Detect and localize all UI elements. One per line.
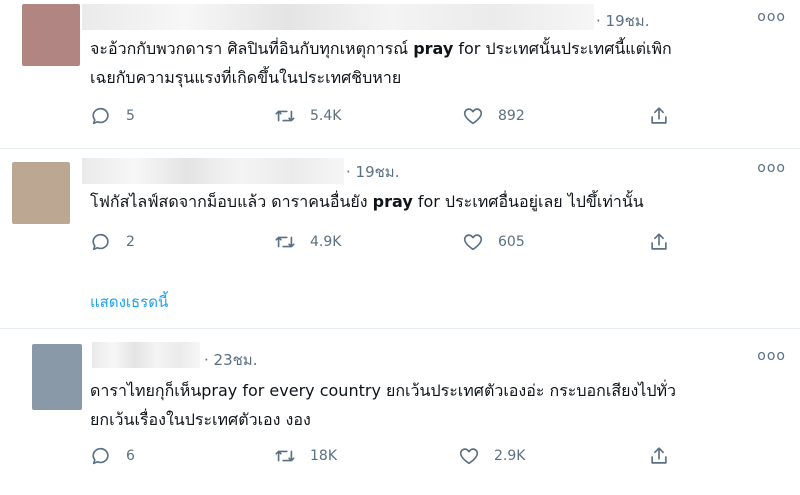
action-bar: 2 4.9K 605 [90, 230, 690, 254]
reply-icon [90, 105, 112, 127]
share-button[interactable] [648, 230, 684, 254]
reply-icon [90, 445, 112, 467]
avatar[interactable] [12, 162, 70, 224]
tweet-2[interactable]: · 19ชม. ooo โฟกัสไลฟ์สดจากม็อบแล้ว ดาราค… [0, 148, 800, 329]
tweet-text: ดาราไทยกุก็เห็นpray for every country ยก… [90, 381, 676, 429]
tweet-3[interactable]: · 23ชม. ooo ดาราไทยกุก็เห็นpray for ever… [0, 328, 800, 495]
retweet-button[interactable]: 18K [274, 444, 337, 468]
reply-count: 6 [126, 448, 135, 464]
avatar[interactable] [22, 4, 80, 66]
share-button[interactable] [648, 444, 684, 468]
action-bar: 6 18K 2.9K [90, 444, 690, 468]
retweet-button[interactable]: 4.9K [274, 230, 341, 254]
retweet-count: 18K [310, 448, 337, 464]
retweet-icon [274, 231, 296, 253]
retweet-count: 4.9K [310, 234, 342, 250]
like-button[interactable]: 605 [462, 230, 525, 254]
tweet-text: จะอ้วกกับพวกดารา ศิลปินที่อินกับทุกเหตุก… [90, 34, 780, 92]
tweet-1[interactable]: · 19ชม. ooo จะอ้วกกับพวกดารา ศิลปินที่อิ… [0, 0, 800, 149]
timestamp[interactable]: · 19ชม. [596, 9, 649, 33]
reply-button[interactable]: 6 [90, 444, 135, 468]
retweet-icon [274, 105, 296, 127]
like-button[interactable]: 2.9K [458, 444, 525, 468]
more-options-icon[interactable]: ooo [757, 9, 786, 25]
tweet-text-part: for ประเทศอื่นอยู่เลย ไปขึ้เท่านั้น [412, 192, 644, 211]
like-icon [462, 105, 484, 127]
reply-icon [90, 231, 112, 253]
tweet-text-bold: pray [372, 192, 413, 211]
like-count: 892 [498, 108, 525, 124]
like-count: 2.9K [494, 448, 526, 464]
share-icon [648, 445, 670, 467]
like-icon [458, 445, 480, 467]
username-blurred [82, 4, 594, 30]
reply-button[interactable]: 2 [90, 230, 135, 254]
username-blurred [82, 158, 344, 184]
timestamp[interactable]: · 19ชม. [346, 160, 399, 184]
username-blurred [92, 342, 200, 368]
retweet-count: 5.4K [310, 108, 342, 124]
more-options-icon[interactable]: ooo [757, 160, 786, 176]
tweet-text: โฟกัสไลฟ์สดจากม็อบแล้ว ดาราคนอื่นยัง pra… [90, 187, 780, 216]
show-thread-link[interactable]: แสดงเธรดนี้ [90, 290, 168, 314]
avatar[interactable] [32, 344, 82, 410]
tweet-text-part: โฟกัสไลฟ์สดจากม็อบแล้ว ดาราคนอื่นยัง [90, 192, 373, 211]
share-icon [648, 105, 670, 127]
action-bar: 5 5.4K 892 [90, 104, 690, 128]
reply-count: 5 [126, 108, 135, 124]
tweet-text-part: จะอ้วกกับพวกดารา ศิลปินที่อินกับทุกเหตุก… [90, 39, 414, 58]
reply-button[interactable]: 5 [90, 104, 135, 128]
share-icon [648, 231, 670, 253]
timestamp[interactable]: · 23ชม. [204, 348, 257, 372]
like-count: 605 [498, 234, 525, 250]
share-button[interactable] [648, 104, 684, 128]
reply-count: 2 [126, 234, 135, 250]
like-icon [462, 231, 484, 253]
retweet-button[interactable]: 5.4K [274, 104, 341, 128]
more-options-icon[interactable]: ooo [757, 348, 786, 364]
tweet-text-bold: pray [413, 39, 454, 58]
like-button[interactable]: 892 [462, 104, 525, 128]
retweet-icon [274, 445, 296, 467]
